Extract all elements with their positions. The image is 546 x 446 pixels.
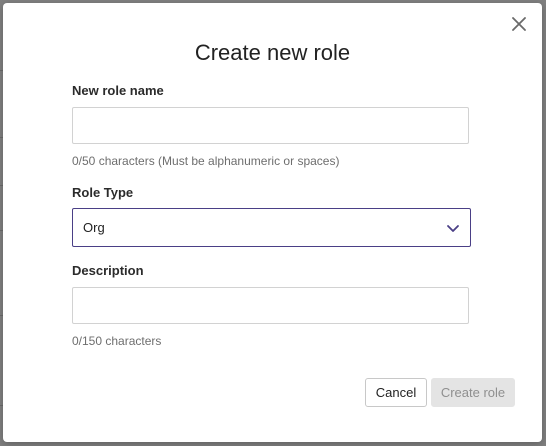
description-char-count: 0/150 characters <box>72 334 162 348</box>
cancel-button[interactable]: Cancel <box>365 378 427 407</box>
role-type-select[interactable]: Org <box>72 208 471 247</box>
role-name-input[interactable] <box>72 107 469 144</box>
close-button[interactable] <box>508 13 530 35</box>
role-type-label: Role Type <box>72 185 134 200</box>
description-label: Description <box>72 263 144 278</box>
dialog-title: Create new role <box>194 40 351 65</box>
role-type-selected-value: Org <box>83 220 105 235</box>
create-role-dialog: Create new role New role name 0/50 chara… <box>3 3 542 442</box>
chevron-down-icon <box>447 225 459 232</box>
role-name-char-count: 0/50 characters (Must be alphanumeric or… <box>72 154 340 168</box>
create-role-button[interactable]: Create role <box>431 378 515 407</box>
description-input[interactable] <box>72 287 469 324</box>
role-name-label: New role name <box>72 83 164 98</box>
close-icon <box>512 17 526 31</box>
